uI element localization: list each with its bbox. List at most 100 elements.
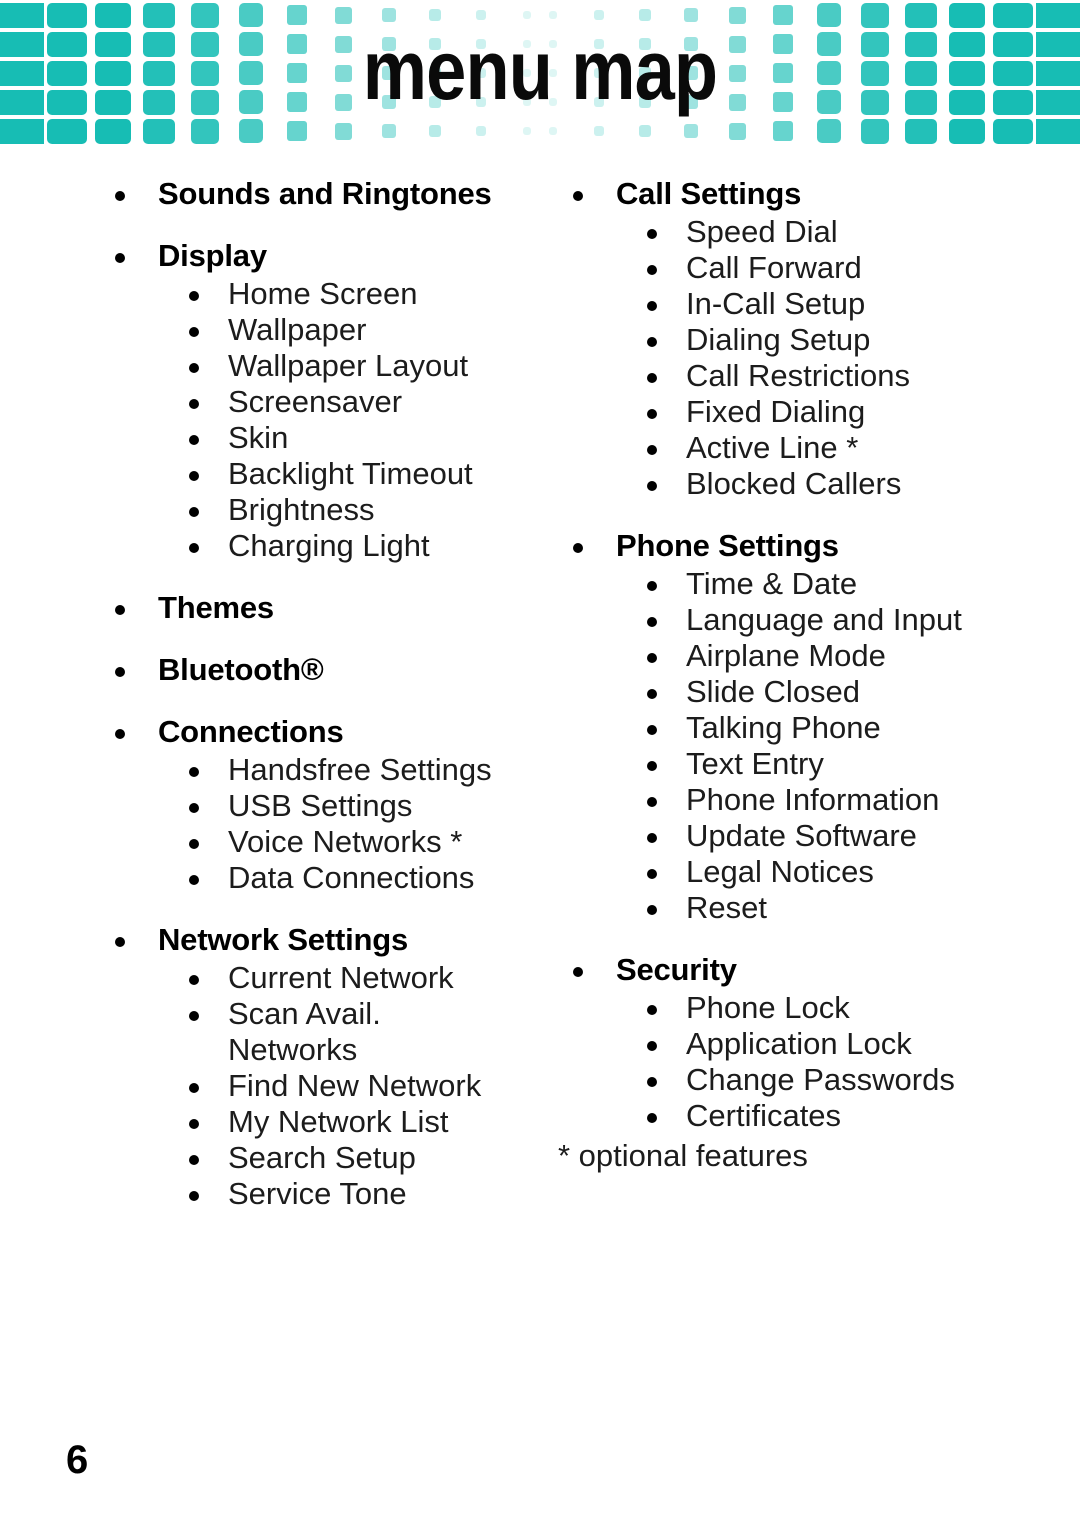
header-pattern-square [366, 124, 412, 138]
header-pattern-edge-block [0, 2, 44, 28]
menu-subitem[interactable]: Handsfree Settings [100, 752, 550, 788]
header-pattern-square [944, 118, 990, 144]
menu-subitem[interactable]: Find New Network [100, 1068, 550, 1104]
menu-subitem[interactable]: Current Network [100, 960, 550, 996]
menu-subitem[interactable]: Talking Phone [558, 710, 1038, 746]
header-pattern-square [274, 5, 320, 25]
header-pattern-square [182, 2, 228, 28]
header-pattern-edge-block [0, 31, 44, 57]
header-pattern-square [852, 118, 898, 144]
header-pattern-square [806, 3, 852, 27]
menu-subitem[interactable]: Home Screen [100, 276, 550, 312]
header-pattern-edge-block [0, 60, 44, 86]
menu-subitem[interactable]: My Network List [100, 1104, 550, 1140]
header-pattern-square [44, 2, 90, 28]
menu-subitem[interactable]: USB Settings [100, 788, 550, 824]
menu-group-themes[interactable]: Themes [100, 590, 550, 626]
menu-group-phone-settings[interactable]: Phone Settings [558, 528, 1038, 564]
menu-subitem[interactable]: Fixed Dialing [558, 394, 1038, 430]
menu-subitem[interactable]: Phone Information [558, 782, 1038, 818]
header-pattern-edge-block [1036, 31, 1080, 57]
menu-sublist: Speed Dial Call Forward In-Call Setup Diali… [558, 214, 1038, 502]
menu-sublist: Current Network Scan Avail. Networks Find N… [100, 960, 550, 1212]
header-pattern-row [0, 118, 550, 144]
menu-map-page: menu map Sounds and Ringtones Display Home… [0, 0, 1080, 1532]
menu-subitem[interactable]: Search Setup [100, 1140, 550, 1176]
header-pattern-square [136, 2, 182, 28]
menu-group-network-settings[interactable]: Network Settings [100, 922, 550, 958]
header-pattern-square [576, 126, 622, 136]
header-pattern-square [990, 2, 1036, 28]
header-pattern-edge-block [1036, 89, 1080, 115]
header-pattern-edge-block [0, 89, 44, 115]
header-pattern-square [806, 119, 852, 143]
menu-subitem[interactable]: Slide Closed [558, 674, 1038, 710]
header-pattern-square [320, 122, 366, 140]
header-pattern-edge-block [1036, 2, 1080, 28]
header-pattern-square [898, 118, 944, 144]
menu-group-sounds-and-ringtones[interactable]: Sounds and Ringtones [100, 176, 550, 212]
optional-features-footnote: * optional features [558, 1138, 808, 1173]
menu-group-connections[interactable]: Connections [100, 714, 550, 750]
header-pattern-square [458, 126, 504, 136]
menu-subitem[interactable]: Service Tone [100, 1176, 550, 1212]
header-pattern-square [412, 9, 458, 21]
menu-subitem[interactable]: Active Line * [558, 430, 1038, 466]
menu-subitem[interactable]: Time & Date [558, 566, 1038, 602]
header-pattern-square [944, 2, 990, 28]
menu-group-call-settings[interactable]: Call Settings [558, 176, 1038, 212]
header-pattern-square [366, 8, 412, 22]
menu-subitem[interactable]: Certificates [558, 1098, 1038, 1134]
menu-subitem[interactable]: Change Passwords [558, 1062, 1038, 1098]
menu-subitem[interactable]: Screensaver [100, 384, 550, 420]
menu-subitem[interactable]: Phone Lock [558, 990, 1038, 1026]
header-pattern-square [228, 3, 274, 27]
page-header: menu map [0, 0, 1080, 147]
menu-subitem[interactable]: Backlight Timeout [100, 456, 550, 492]
menu-sublist: Time & Date Language and Input Airplane Mo… [558, 566, 1038, 926]
menu-subitem[interactable]: Skin [100, 420, 550, 456]
menu-group-security[interactable]: Security [558, 952, 1038, 988]
menu-subitem[interactable]: Blocked Callers [558, 466, 1038, 502]
header-pattern-square [760, 121, 806, 141]
menu-sublist: Phone Lock Application Lock Change Passwor… [558, 990, 1038, 1134]
menu-subitem[interactable]: Call Forward [558, 250, 1038, 286]
menu-subitem[interactable]: Dialing Setup [558, 322, 1038, 358]
header-pattern-square [90, 118, 136, 144]
menu-subitem[interactable]: Application Lock [558, 1026, 1038, 1062]
header-pattern-square [320, 6, 366, 24]
menu-group-display[interactable]: Display [100, 238, 550, 274]
menu-subitem[interactable]: Reset [558, 890, 1038, 926]
header-pattern-square [530, 127, 576, 135]
menu-group-bluetooth[interactable]: Bluetooth® [100, 652, 550, 688]
menu-subitem[interactable]: Language and Input [558, 602, 1038, 638]
header-pattern-edge-block [1036, 118, 1080, 144]
menu-subitem[interactable]: Update Software [558, 818, 1038, 854]
menu-subitem[interactable]: Wallpaper [100, 312, 550, 348]
menu-subitem[interactable]: Text Entry [558, 746, 1038, 782]
menu-subitem[interactable]: In-Call Setup [558, 286, 1038, 322]
menu-subitem[interactable]: Legal Notices [558, 854, 1038, 890]
header-pattern-edge-block [1036, 60, 1080, 86]
menu-subitem[interactable]: Scan Avail. [100, 996, 550, 1032]
header-pattern-square [228, 119, 274, 143]
header-pattern-square [44, 118, 90, 144]
header-pattern-edge-block [0, 118, 44, 144]
menu-subitem[interactable]: Call Restrictions [558, 358, 1038, 394]
header-pattern-row [530, 118, 1080, 144]
menu-subitem[interactable]: Brightness [100, 492, 550, 528]
header-pattern-square [622, 125, 668, 137]
header-pattern-square [412, 125, 458, 137]
menu-subitem[interactable]: Speed Dial [558, 214, 1038, 250]
menu-subitem[interactable]: Airplane Mode [558, 638, 1038, 674]
header-pattern-square [530, 11, 576, 19]
menu-sublist: Handsfree Settings USB Settings Voice Netw… [100, 752, 550, 896]
menu-subitem[interactable]: Wallpaper Layout [100, 348, 550, 384]
header-pattern-square [622, 9, 668, 21]
menu-column-right: Call Settings Speed Dial Call Forward In-Ca… [558, 176, 1038, 1174]
menu-sublist: Home Screen Wallpaper Wallpaper Layout Scre… [100, 276, 550, 564]
menu-subitem[interactable]: Charging Light [100, 528, 550, 564]
menu-subitem[interactable]: Data Connections [100, 860, 550, 896]
header-pattern-square [714, 6, 760, 24]
menu-subitem[interactable]: Voice Networks * [100, 824, 550, 860]
